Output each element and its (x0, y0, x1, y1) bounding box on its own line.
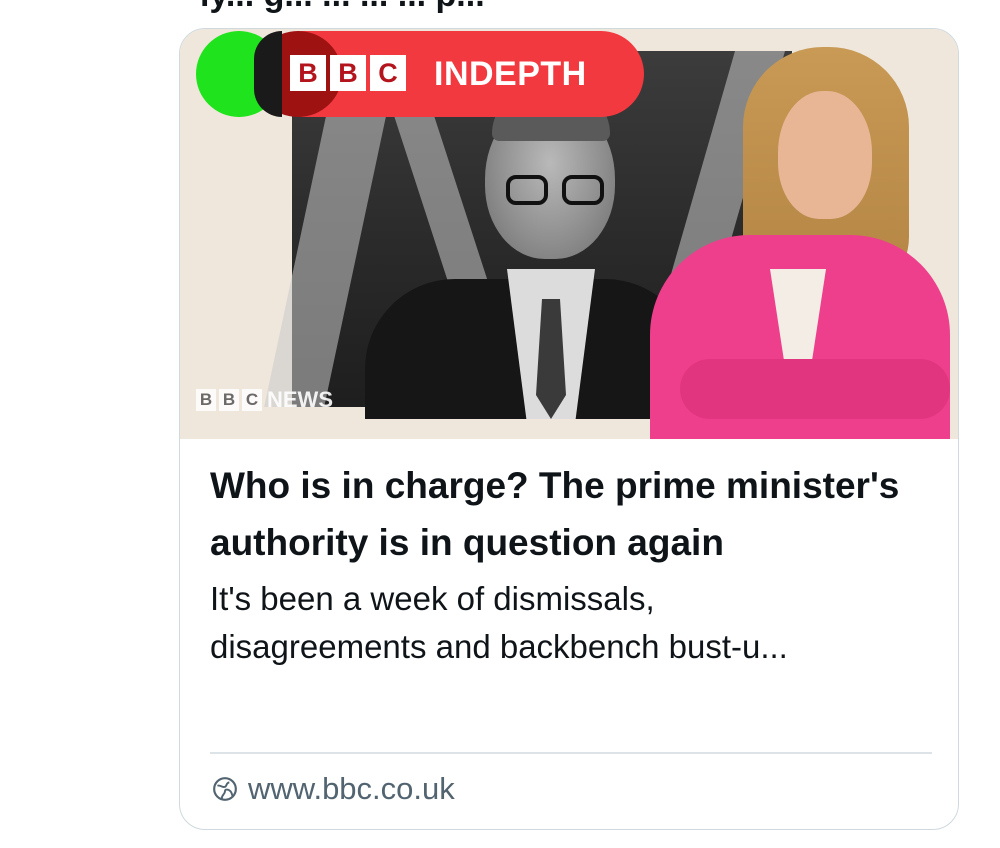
bbc-news-watermark: B B C NEWS (196, 387, 333, 413)
bbc-logo: B B C (290, 55, 406, 91)
bbc-logo-letter: C (370, 55, 406, 91)
globe-icon (213, 777, 237, 801)
woman-folded-arms (680, 359, 950, 419)
indepth-label: INDEPTH (434, 55, 587, 93)
bbc-news-letter: B (196, 389, 216, 411)
link-preview-card[interactable]: B B C INDEPTH B B C NEWS Who is in charg… (179, 28, 959, 830)
bbc-news-label: NEWS (267, 387, 333, 412)
source-domain[interactable]: www.bbc.co.uk (212, 771, 455, 807)
bbc-logo-letter: B (330, 55, 366, 91)
bbc-logo-letter: B (290, 55, 326, 91)
divider (210, 752, 932, 754)
glasses-right-icon (562, 175, 604, 205)
bbc-news-letter: C (242, 389, 262, 411)
domain-text: www.bbc.co.uk (248, 771, 455, 806)
page: ly... g... ... ... ... p... (0, 0, 1000, 848)
article-image[interactable]: B B C INDEPTH B B C NEWS (180, 29, 958, 439)
badge-overlap (254, 31, 282, 117)
woman-face (778, 91, 872, 219)
cut-off-post-text: ly... g... ... ... ... p... (200, 0, 485, 15)
article-description: It's been a week of dismissals, disagree… (210, 580, 788, 665)
card-text[interactable]: Who is in charge? The prime minister's a… (210, 457, 932, 671)
glasses-left-icon (506, 175, 548, 205)
article-headline[interactable]: Who is in charge? The prime minister's a… (210, 457, 932, 571)
bbc-news-letter: B (219, 389, 239, 411)
